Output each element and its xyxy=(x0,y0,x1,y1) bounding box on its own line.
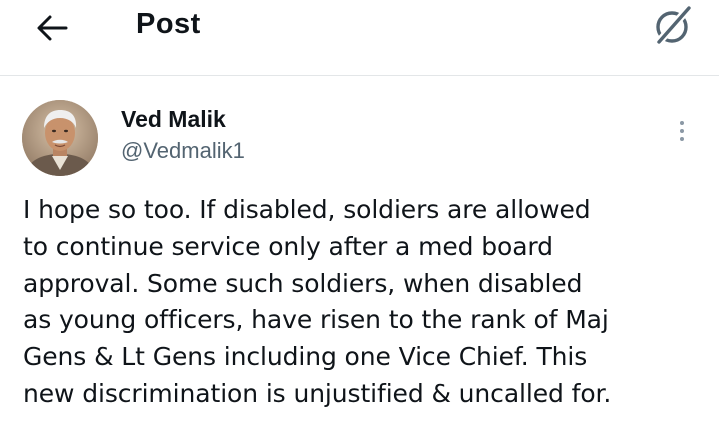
author-name[interactable]: Ved Malik xyxy=(121,106,226,133)
post-text: I hope so too. If disabled, soldiers are… xyxy=(23,195,612,408)
user-avatar xyxy=(22,100,98,176)
more-vertical-icon xyxy=(680,121,684,125)
page-title: Post xyxy=(136,8,201,40)
more-options-button[interactable] xyxy=(668,114,696,148)
more-dot xyxy=(680,129,684,133)
arrow-left-icon xyxy=(37,15,68,41)
author-handle[interactable]: @Vedmalik1 xyxy=(121,138,245,164)
avatar[interactable] xyxy=(22,100,98,176)
back-button[interactable] xyxy=(30,6,74,50)
grok-icon xyxy=(653,6,691,48)
more-dot xyxy=(680,137,684,141)
top-bar: Post xyxy=(0,0,719,76)
grok-button[interactable] xyxy=(648,2,698,50)
